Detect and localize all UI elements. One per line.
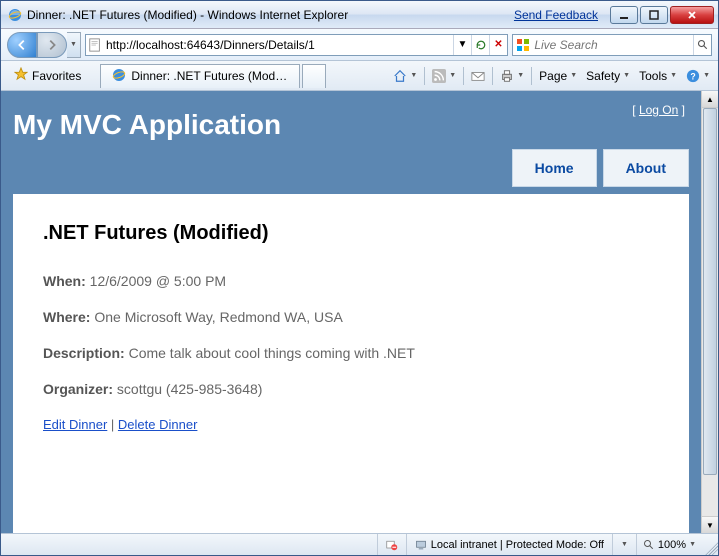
tab-title: Dinner: .NET Futures (Modified) xyxy=(131,69,289,83)
star-icon xyxy=(14,67,28,84)
maximize-button[interactable] xyxy=(640,6,668,24)
viewport: [ Log On ] My MVC Application Home About… xyxy=(1,91,701,533)
menu-home[interactable]: Home xyxy=(512,149,597,187)
search-go-button[interactable] xyxy=(693,35,711,55)
live-search-icon xyxy=(513,37,532,53)
favorites-button[interactable]: Favorites xyxy=(5,64,90,88)
new-tab-button[interactable] xyxy=(302,64,326,88)
scroll-down-button[interactable]: ▼ xyxy=(702,516,718,533)
read-mail-button[interactable] xyxy=(467,65,489,87)
search-box[interactable] xyxy=(512,34,712,56)
window-buttons xyxy=(610,6,714,24)
nav-history-dropdown[interactable]: ▼ xyxy=(67,32,81,58)
org-label: Organizer: xyxy=(43,381,113,397)
favorites-label: Favorites xyxy=(32,69,81,83)
link-separator: | xyxy=(107,417,118,432)
address-drop[interactable]: ▼ xyxy=(453,35,471,55)
ie-icon xyxy=(7,7,23,23)
window-frame: Dinner: .NET Futures (Modified) - Window… xyxy=(0,0,719,556)
action-links: Edit Dinner | Delete Dinner xyxy=(43,417,659,432)
send-feedback-link[interactable]: Send Feedback xyxy=(514,8,598,22)
where-value: One Microsoft Way, Redmond WA, USA xyxy=(90,309,342,325)
close-button[interactable] xyxy=(670,6,714,24)
address-bar[interactable]: ▼ ✕ xyxy=(85,34,508,56)
zoom-control[interactable]: 100% ▼ xyxy=(637,539,702,551)
page-menu[interactable]: Page▼ xyxy=(535,65,581,87)
print-button[interactable]: ▼ xyxy=(496,65,528,87)
scroll-thumb[interactable] xyxy=(703,108,717,475)
delete-link[interactable]: Delete Dinner xyxy=(118,417,198,432)
logon-link[interactable]: Log On xyxy=(639,103,678,117)
app-title: My MVC Application xyxy=(13,109,689,141)
when-row: When: 12/6/2009 @ 5:00 PM xyxy=(43,273,659,289)
page-icon xyxy=(86,38,104,52)
status-zone-text: Local intranet | Protected Mode: Off xyxy=(431,539,604,551)
desc-label: Description: xyxy=(43,345,125,361)
org-value: scottgu (425-985-3648) xyxy=(113,381,262,397)
org-row: Organizer: scottgu (425-985-3648) xyxy=(43,381,659,397)
content-panel: .NET Futures (Modified) When: 12/6/2009 … xyxy=(13,194,689,533)
content-wrapper: [ Log On ] My MVC Application Home About… xyxy=(1,91,718,533)
status-popup-blocker[interactable] xyxy=(378,534,407,555)
help-button[interactable]: ?▼ xyxy=(682,65,714,87)
menu-about[interactable]: About xyxy=(603,149,689,187)
svg-text:?: ? xyxy=(690,71,695,81)
stop-button[interactable]: ✕ xyxy=(489,35,507,55)
command-bar: ▼ ▼ ▼ Page▼ Safety▼ Tools▼ ?▼ xyxy=(389,65,714,87)
resize-grip[interactable] xyxy=(702,539,718,555)
nav-bar: ▼ ▼ ✕ xyxy=(1,29,718,61)
scroll-up-button[interactable]: ▲ xyxy=(702,91,718,108)
logon-section: [ Log On ] xyxy=(632,103,685,117)
minimize-button[interactable] xyxy=(610,6,638,24)
search-input[interactable] xyxy=(532,38,693,52)
zoom-value: 100% xyxy=(658,539,686,551)
zoom-icon xyxy=(643,539,655,551)
url-input[interactable] xyxy=(104,38,453,52)
status-message xyxy=(1,534,378,555)
title-bar[interactable]: Dinner: .NET Futures (Modified) - Window… xyxy=(1,1,718,29)
page-header: [ Log On ] My MVC Application Home About xyxy=(13,101,689,195)
page-root: [ Log On ] My MVC Application Home About… xyxy=(1,91,701,533)
window-title: Dinner: .NET Futures (Modified) - Window… xyxy=(27,8,514,22)
safety-label: Safety xyxy=(586,69,620,83)
desc-row: Description: Come talk about cool things… xyxy=(43,345,659,361)
status-zone[interactable]: Local intranet | Protected Mode: Off xyxy=(407,534,613,555)
vertical-scrollbar[interactable]: ▲ ▼ xyxy=(701,91,718,533)
desc-value: Come talk about cool things coming with … xyxy=(125,345,415,361)
status-mixed[interactable]: ▼ xyxy=(613,534,637,555)
edit-link[interactable]: Edit Dinner xyxy=(43,417,107,432)
tab-favicon xyxy=(111,67,127,86)
where-row: Where: One Microsoft Way, Redmond WA, US… xyxy=(43,309,659,325)
feeds-button[interactable]: ▼ xyxy=(428,65,460,87)
dinner-heading: .NET Futures (Modified) xyxy=(43,222,659,245)
where-label: Where: xyxy=(43,309,90,325)
home-button[interactable]: ▼ xyxy=(389,65,421,87)
computer-icon xyxy=(415,539,427,551)
back-button[interactable] xyxy=(7,32,37,58)
when-value: 12/6/2009 @ 5:00 PM xyxy=(86,273,226,289)
status-bar: Local intranet | Protected Mode: Off ▼ 1… xyxy=(1,533,718,555)
main-menu: Home About xyxy=(13,149,689,187)
scroll-track[interactable] xyxy=(702,108,718,516)
page-label: Page xyxy=(539,69,567,83)
command-toolbar: Favorites Dinner: .NET Futures (Modified… xyxy=(1,61,718,91)
tools-menu[interactable]: Tools▼ xyxy=(635,65,681,87)
safety-menu[interactable]: Safety▼ xyxy=(582,65,634,87)
tools-label: Tools xyxy=(639,69,667,83)
logon-bracket-open: [ xyxy=(632,103,639,117)
forward-button[interactable] xyxy=(37,32,67,58)
browser-tab[interactable]: Dinner: .NET Futures (Modified) xyxy=(100,64,300,88)
refresh-button[interactable] xyxy=(471,35,489,55)
logon-bracket-close: ] xyxy=(678,103,685,117)
when-label: When: xyxy=(43,273,86,289)
